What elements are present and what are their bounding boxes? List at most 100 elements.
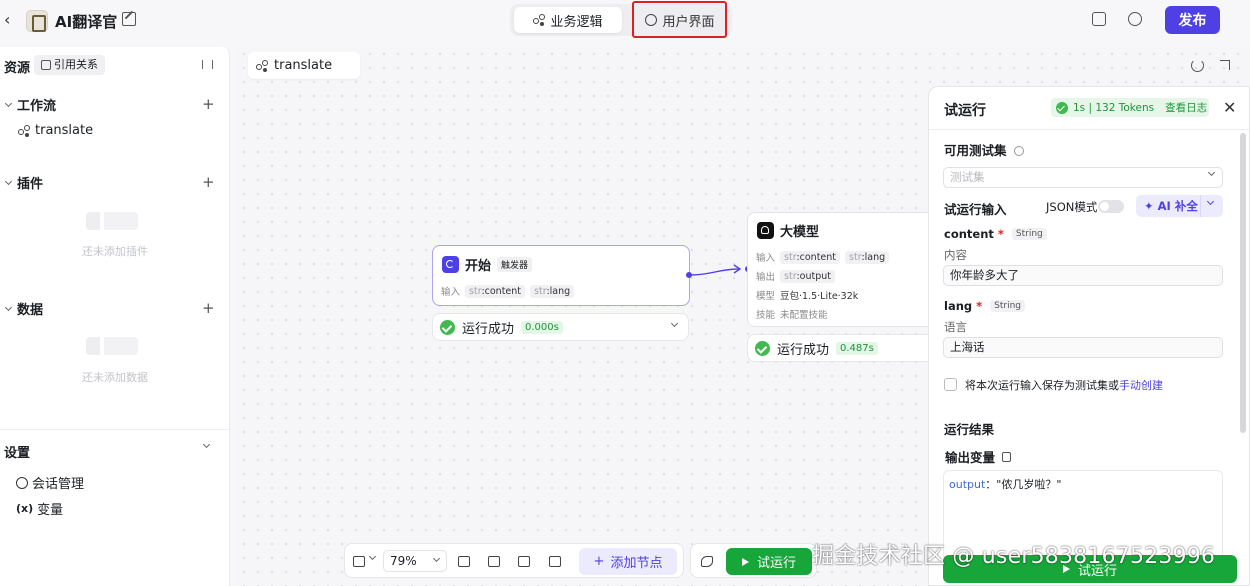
watermark: 掘金技术社区 @ user5838167523996 bbox=[812, 544, 1216, 569]
lang-input[interactable]: 上海话 bbox=[943, 337, 1223, 358]
section-data[interactable]: 数据 bbox=[4, 299, 43, 318]
param-pill: str:output bbox=[780, 269, 835, 283]
panel-title: 试运行 bbox=[944, 103, 986, 119]
refresh-icon[interactable] bbox=[1191, 59, 1204, 72]
run-toolbar: 试运行 bbox=[690, 543, 817, 578]
sparkle-icon: ✦ bbox=[1144, 199, 1154, 213]
section-plugins-title: 插件 bbox=[17, 177, 44, 192]
play-icon bbox=[741, 557, 749, 566]
resources-title: 资源 bbox=[4, 61, 31, 76]
tab-business-logic[interactable]: 业务逻辑 bbox=[514, 7, 622, 33]
sidebar-item-variables[interactable]: (x) 变量 bbox=[16, 499, 63, 518]
content-input[interactable]: 你年龄多大了 bbox=[943, 265, 1223, 286]
collapse-sidebar-icon[interactable] bbox=[202, 60, 213, 69]
close-icon[interactable]: ✕ bbox=[1223, 98, 1236, 117]
chevron-down-icon bbox=[1207, 168, 1216, 177]
chevron-down-icon bbox=[4, 177, 13, 185]
divider bbox=[1200, 195, 1201, 217]
run-button[interactable]: 试运行 bbox=[726, 548, 812, 575]
output-variables-title: 输出变量 bbox=[945, 447, 1012, 466]
test-set-label: 可用测试集 bbox=[944, 140, 1024, 159]
image-icon[interactable] bbox=[518, 556, 530, 567]
field-content-name: content * String bbox=[944, 227, 1047, 241]
tab-business-logic-label: 业务逻辑 bbox=[550, 14, 603, 30]
field-lang-name: lang * String bbox=[944, 299, 1025, 313]
ai-fill-label: AI 补全 bbox=[1157, 199, 1198, 213]
node-header: 大模型 bbox=[757, 221, 819, 240]
llm-run-status[interactable]: 运行成功 0.487s bbox=[747, 334, 947, 362]
chevron-down-icon[interactable] bbox=[670, 319, 679, 328]
section-plugins[interactable]: 插件 bbox=[4, 173, 44, 192]
empty-plugin-text: 还未添加插件 bbox=[82, 245, 148, 258]
chat-icon bbox=[16, 476, 28, 489]
pointer-icon[interactable] bbox=[549, 556, 561, 567]
success-icon bbox=[1056, 101, 1068, 114]
zoom-select[interactable]: 79% bbox=[383, 550, 447, 572]
highlight-annotation bbox=[632, 1, 727, 38]
add-node-button[interactable]: + 添加节点 bbox=[579, 548, 677, 575]
chevron-down-icon[interactable] bbox=[1206, 197, 1215, 206]
sidebar-item-conversation[interactable]: 会话管理 bbox=[16, 473, 84, 492]
section-workflow[interactable]: 工作流 bbox=[4, 95, 57, 114]
manual-create-link[interactable]: 手动创建 bbox=[1119, 379, 1163, 392]
chevron-down-icon bbox=[432, 554, 441, 563]
sidebar-item-label: translate bbox=[35, 123, 94, 138]
edit-icon[interactable] bbox=[122, 12, 136, 26]
add-workflow-button[interactable]: + bbox=[202, 97, 215, 112]
llm-node[interactable]: 大模型 输入 str:content str:lang 输出 str:outpu… bbox=[747, 212, 947, 327]
start-run-status[interactable]: 运行成功 0.000s bbox=[432, 313, 689, 341]
scrollbar[interactable] bbox=[1240, 133, 1246, 433]
type-tag: String bbox=[1011, 228, 1047, 240]
save-test-set-text: 将本次运行输入保存为测试集或手动创建 bbox=[965, 379, 1163, 392]
ai-fill-button[interactable]: ✦ AI 补全 bbox=[1136, 195, 1223, 217]
save-test-set-checkbox[interactable] bbox=[944, 378, 957, 391]
minimap-icon[interactable] bbox=[353, 556, 365, 567]
start-node[interactable]: 开始 触发器 输入 str:content str:lang bbox=[432, 245, 690, 306]
run-label: 试运行 bbox=[756, 556, 796, 571]
layout-icon[interactable] bbox=[488, 556, 500, 567]
node-input-row: 输入 str:content str:lang bbox=[756, 250, 890, 264]
test-set-select[interactable]: 测试集 bbox=[943, 167, 1223, 188]
fullscreen-icon[interactable] bbox=[1220, 60, 1230, 70]
sidebar-item-label: 会话管理 bbox=[32, 477, 85, 492]
field-content-desc: 内容 bbox=[944, 248, 967, 262]
token-summary: 1s | 132 Tokens bbox=[1073, 101, 1155, 114]
history-icon[interactable] bbox=[1128, 12, 1142, 26]
json-mode-toggle[interactable] bbox=[1098, 200, 1124, 213]
package-icon[interactable] bbox=[1092, 12, 1106, 26]
references-button[interactable]: 引用关系 bbox=[34, 55, 105, 75]
test-run-panel: 试运行 1s | 132 Tokens 查看日志 ✕ 可用测试集 测试集 试运行… bbox=[928, 86, 1250, 586]
chevron-down-icon[interactable] bbox=[202, 440, 211, 449]
row-label: 输入 bbox=[756, 253, 776, 264]
resource-sidebar: 资源 引用关系 工作流 + translate 插件 + 还未添加插件 数据 +… bbox=[0, 47, 230, 586]
success-icon bbox=[755, 340, 770, 356]
chevron-down-icon[interactable] bbox=[368, 552, 377, 561]
node-skill-row: 技能 未配置技能 bbox=[756, 307, 828, 321]
info-icon bbox=[1013, 146, 1024, 156]
type-tag: String bbox=[990, 300, 1025, 312]
add-plugin-button[interactable]: + bbox=[202, 175, 215, 190]
copy-icon[interactable] bbox=[1002, 451, 1012, 462]
canvas-toolbar: 79% + 添加节点 bbox=[344, 543, 684, 578]
divider bbox=[0, 429, 229, 430]
add-data-button[interactable]: + bbox=[202, 301, 215, 316]
sidebar-item-translate[interactable]: translate bbox=[18, 123, 93, 138]
debug-icon[interactable] bbox=[701, 556, 713, 567]
node-output-row: 输出 str:output bbox=[756, 269, 835, 283]
param-pill: str:lang bbox=[530, 284, 575, 298]
section-workflow-title: 工作流 bbox=[17, 99, 57, 114]
param-pill: str:content bbox=[780, 250, 841, 264]
breadcrumb[interactable]: translate bbox=[248, 52, 360, 79]
empty-data-illustration bbox=[86, 337, 138, 355]
settings-title[interactable]: 设置 bbox=[4, 442, 30, 461]
app-title: AI翻译官 bbox=[55, 13, 118, 31]
run-result-title: 运行结果 bbox=[944, 422, 995, 437]
view-log-link[interactable]: 查看日志 bbox=[1165, 100, 1207, 115]
node-title: 开始 bbox=[465, 259, 492, 274]
time-badge: 0.000s bbox=[521, 320, 563, 334]
output-value: "侬几岁啦？" bbox=[996, 478, 1062, 491]
node-model-row: 模型 豆包·1.5·Lite·32k bbox=[756, 288, 858, 302]
publish-button[interactable]: 发布 bbox=[1165, 6, 1220, 34]
back-icon[interactable]: ‹ bbox=[4, 10, 20, 30]
comment-icon[interactable] bbox=[458, 556, 470, 567]
